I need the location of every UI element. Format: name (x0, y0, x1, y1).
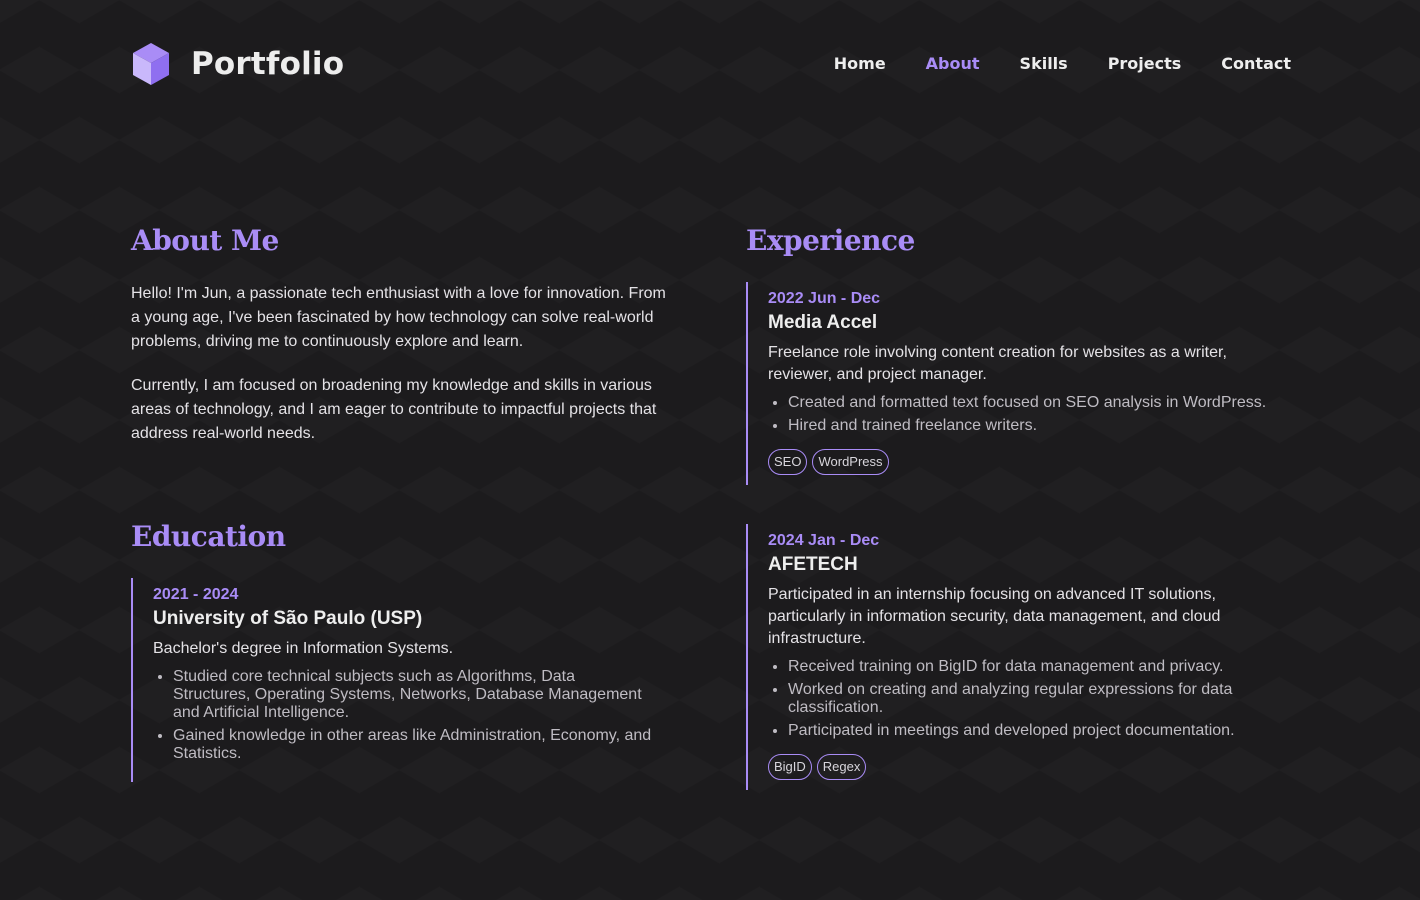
tag-seo: SEO (768, 449, 808, 475)
about-paragraph-2: Currently, I am focused on broadening my… (131, 377, 657, 442)
logo[interactable]: Portfolio (131, 40, 344, 88)
experience-org: Media Accel (768, 312, 878, 333)
education-bullets: Studied core technical subjects such as … (153, 668, 653, 763)
about-paragraph-1: Hello! I'm Jun, a passionate tech enthus… (131, 285, 666, 350)
experience-desc: Freelance role involving content creatio… (768, 344, 1227, 383)
tag-bigid: BigID (768, 754, 812, 780)
experience-desc: Participated in an internship focusing o… (768, 586, 1221, 647)
tag-list: SEO WordPress (768, 449, 1288, 475)
list-item: Studied core technical subjects such as … (173, 668, 653, 722)
list-item: Received training on BigID for data mana… (788, 658, 1268, 676)
nav-skills[interactable]: Skills (1020, 54, 1068, 73)
experience-entry-media-accel: 2022 Jun - Dec Media Accel Freelance rol… (746, 282, 1288, 485)
nav-contact[interactable]: Contact (1221, 54, 1291, 73)
main-nav: Home About Skills Projects Contact (834, 54, 1291, 73)
nav-home[interactable]: Home (834, 54, 886, 73)
nav-about[interactable]: About (926, 54, 980, 73)
education-entry: 2021 - 2024 University of São Paulo (USP… (131, 578, 653, 782)
education-org: University of São Paulo (USP) (153, 608, 423, 629)
education-title: Education (131, 520, 286, 553)
tag-wordpress: WordPress (812, 449, 889, 475)
education-date: 2021 - 2024 (153, 586, 239, 603)
experience-bullets: Created and formatted text focused on SE… (768, 394, 1288, 435)
experience-bullets: Received training on BigID for data mana… (768, 658, 1268, 740)
list-item: Worked on creating and analyzing regular… (788, 681, 1268, 717)
experience-org: AFETECH (768, 554, 858, 575)
experience-entry-afetech: 2024 Jan - Dec AFETECH Participated in a… (746, 524, 1268, 790)
cube-icon (133, 43, 169, 85)
list-item: Created and formatted text focused on SE… (788, 394, 1288, 412)
experience-date: 2024 Jan - Dec (768, 532, 880, 549)
list-item: Participated in meetings and developed p… (788, 722, 1268, 740)
nav-projects[interactable]: Projects (1108, 54, 1182, 73)
education-desc: Bachelor's degree in Information Systems… (153, 640, 454, 657)
about-title: About Me (131, 224, 279, 257)
brand-name: Portfolio (191, 46, 345, 82)
list-item: Gained knowledge in other areas like Adm… (173, 727, 653, 763)
tag-list: BigID Regex (768, 754, 1268, 780)
experience-title: Experience (746, 224, 915, 257)
site-header: Portfolio Home About Skills Projects Con… (131, 40, 1291, 88)
list-item: Hired and trained freelance writers. (788, 417, 1288, 435)
tag-regex: Regex (816, 754, 867, 780)
experience-date: 2022 Jun - Dec (768, 290, 881, 307)
